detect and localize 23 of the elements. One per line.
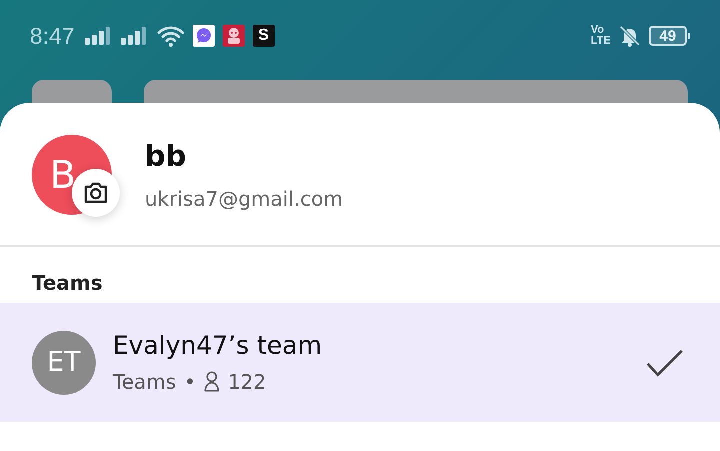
team-type: Teams: [113, 370, 176, 394]
person-icon: [204, 371, 220, 393]
member-count: 122: [228, 370, 266, 394]
camera-icon: [83, 182, 109, 204]
signal-icon: [120, 27, 149, 45]
battery-indicator: 49: [649, 26, 690, 46]
volte-indicator: Vo LTE: [591, 25, 611, 47]
wifi-icon: [156, 25, 185, 47]
section-heading: Teams: [31, 270, 104, 297]
team-item[interactable]: ET Evalyn47’s team Teams • 122: [0, 303, 720, 422]
checkmark-icon: [646, 348, 684, 376]
team-avatar: ET: [32, 330, 96, 394]
team-name: Evalyn47’s team: [113, 331, 324, 360]
signal-icon: [84, 27, 113, 45]
clock: 8:47: [30, 22, 75, 50]
muted-bell-icon: [619, 25, 641, 47]
profile-name: bb: [145, 139, 188, 173]
notification-icon: S: [252, 25, 275, 47]
separator-dot: •: [184, 370, 196, 394]
profile-email: ukrisa7@gmail.com: [145, 187, 344, 211]
change-photo-button[interactable]: [72, 169, 120, 217]
messenger-icon: [192, 25, 215, 47]
app-icon: [222, 25, 245, 47]
